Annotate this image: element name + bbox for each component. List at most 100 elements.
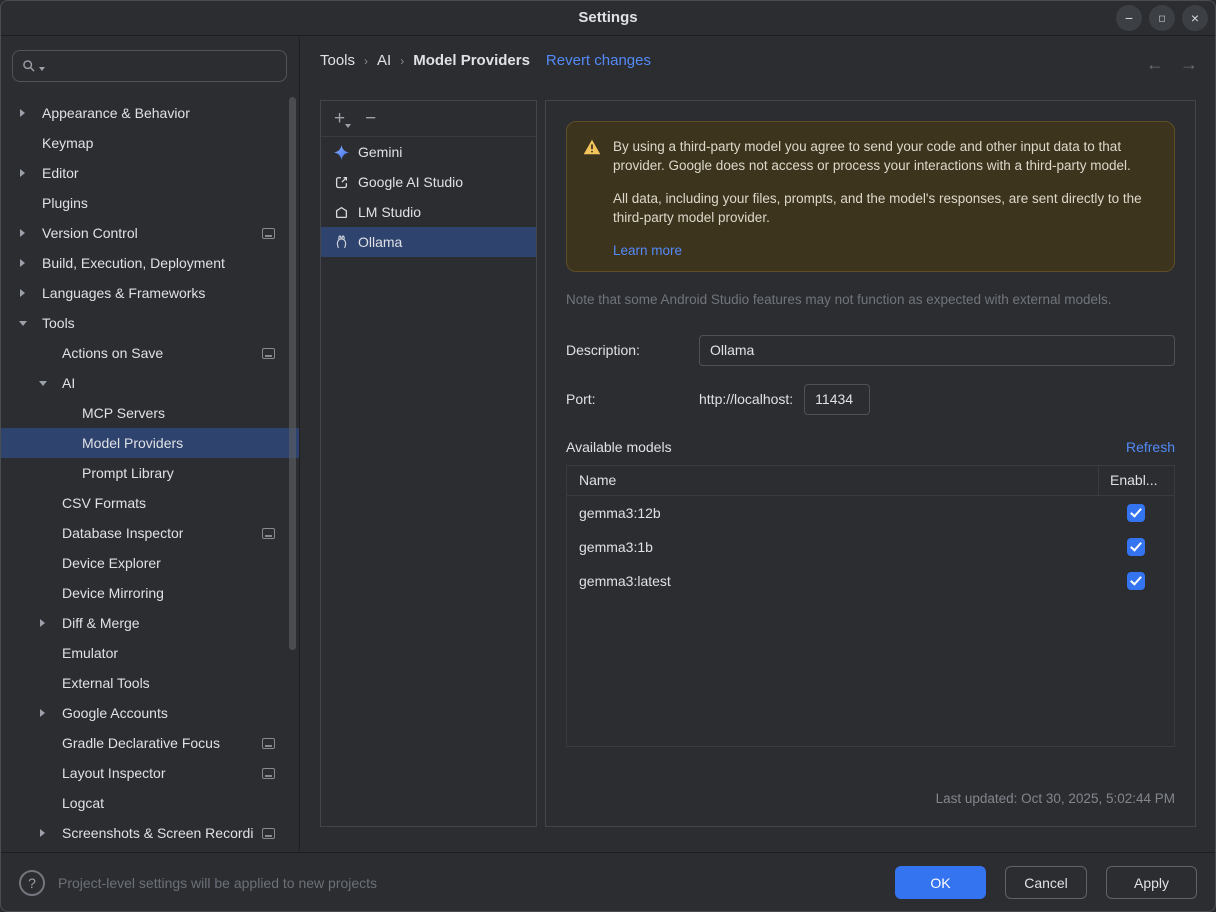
minimize-button[interactable]: − xyxy=(1116,5,1142,31)
provider-label: Google AI Studio xyxy=(358,174,463,190)
port-input[interactable] xyxy=(804,384,870,415)
sidebar-item-label: Appearance & Behavior xyxy=(42,105,190,121)
cancel-button[interactable]: Cancel xyxy=(1005,866,1087,899)
models-table-header: Name Enabl... xyxy=(567,466,1174,496)
remove-provider-button[interactable]: − xyxy=(365,109,376,128)
column-header-name[interactable]: Name xyxy=(567,466,1098,495)
providers-toolbar: + − xyxy=(321,101,536,137)
sidebar-item-external-tools[interactable]: External Tools xyxy=(0,668,299,698)
sidebar-item-plugins[interactable]: Plugins xyxy=(0,188,299,218)
chevron-right-icon xyxy=(36,619,62,627)
back-arrow-icon[interactable]: ← xyxy=(1146,54,1164,75)
chevron-right-icon xyxy=(16,289,42,297)
sidebar-item-tools[interactable]: Tools xyxy=(0,308,299,338)
sidebar-item-device-explorer[interactable]: Device Explorer xyxy=(0,548,299,578)
provider-item-gemini[interactable]: Gemini xyxy=(321,137,536,167)
sidebar-item-database-inspector[interactable]: Database Inspector xyxy=(0,518,299,548)
last-updated-text: Last updated: Oct 30, 2025, 5:02:44 PM xyxy=(566,791,1175,806)
sidebar-item-emulator[interactable]: Emulator xyxy=(0,638,299,668)
sidebar-item-label: Actions on Save xyxy=(62,345,163,361)
sidebar-item-label: Prompt Library xyxy=(82,465,174,481)
model-name: gemma3:12b xyxy=(567,505,1098,521)
sidebar-item-model-providers[interactable]: Model Providers xyxy=(0,428,299,458)
sidebar-scrollbar[interactable] xyxy=(289,97,296,650)
search-box[interactable] xyxy=(12,50,287,82)
chevron-right-icon xyxy=(16,109,42,117)
sidebar-item-editor[interactable]: Editor xyxy=(0,158,299,188)
per-project-settings-icon xyxy=(262,348,275,359)
per-project-settings-icon xyxy=(262,768,275,779)
sidebar-item-google-accounts[interactable]: Google Accounts xyxy=(0,698,299,728)
port-row: Port: http://localhost: xyxy=(566,384,1175,415)
sidebar-item-label: Google Accounts xyxy=(62,705,168,721)
sidebar-item-diff-merge[interactable]: Diff & Merge xyxy=(0,608,299,638)
help-icon[interactable]: ? xyxy=(19,870,45,896)
description-row: Description: xyxy=(566,335,1175,366)
third-party-warning-banner: By using a third-party model you agree t… xyxy=(566,121,1175,272)
sidebar-item-ai[interactable]: AI xyxy=(0,368,299,398)
search-input[interactable] xyxy=(48,57,277,75)
warning-paragraph-2: All data, including your files, prompts,… xyxy=(613,189,1153,227)
maximize-button[interactable]: ◻ xyxy=(1149,5,1175,31)
history-navigation: ← → xyxy=(1146,54,1198,75)
sidebar-item-layout-inspector[interactable]: Layout Inspector xyxy=(0,758,299,788)
column-header-enabled[interactable]: Enabl... xyxy=(1098,466,1174,495)
sidebar-item-prompt-library[interactable]: Prompt Library xyxy=(0,458,299,488)
sidebar-item-label: Database Inspector xyxy=(62,525,183,541)
sidebar-item-keymap[interactable]: Keymap xyxy=(0,128,299,158)
sidebar-item-csv-formats[interactable]: CSV Formats xyxy=(0,488,299,518)
gemini-icon xyxy=(333,144,349,160)
forward-arrow-icon[interactable]: → xyxy=(1180,54,1198,75)
sidebar-item-label: Device Mirroring xyxy=(62,585,164,601)
provider-item-google-ai-studio[interactable]: Google AI Studio xyxy=(321,167,536,197)
sidebar-item-actions-on-save[interactable]: Actions on Save xyxy=(0,338,299,368)
sidebar-item-label: AI xyxy=(62,375,75,391)
refresh-link[interactable]: Refresh xyxy=(1126,439,1175,455)
port-label: Port: xyxy=(566,391,699,407)
warning-icon xyxy=(583,137,601,258)
lm-studio-icon xyxy=(333,204,349,220)
chevron-right-icon xyxy=(36,709,62,717)
enabled-checkbox[interactable] xyxy=(1127,572,1145,590)
sidebar-item-appearance-behavior[interactable]: Appearance & Behavior xyxy=(0,98,299,128)
model-name: gemma3:1b xyxy=(567,539,1098,555)
table-row[interactable]: gemma3:12b xyxy=(567,496,1174,530)
sidebar-item-mcp-servers[interactable]: MCP Servers xyxy=(0,398,299,428)
breadcrumb-tools[interactable]: Tools xyxy=(320,52,355,69)
breadcrumb-current: Model Providers xyxy=(413,52,530,69)
sidebar-item-logcat[interactable]: Logcat xyxy=(0,788,299,818)
enabled-checkbox[interactable] xyxy=(1127,538,1145,556)
learn-more-link[interactable]: Learn more xyxy=(613,243,682,258)
breadcrumb-ai[interactable]: AI xyxy=(377,52,391,69)
sidebar-item-label: Device Explorer xyxy=(62,555,161,571)
warning-paragraph-1: By using a third-party model you agree t… xyxy=(613,137,1153,175)
sidebar-item-languages-frameworks[interactable]: Languages & Frameworks xyxy=(0,278,299,308)
ok-button[interactable]: OK xyxy=(895,866,986,899)
sidebar-item-screenshots-screen-recording[interactable]: Screenshots & Screen Recordi xyxy=(0,818,299,848)
description-input[interactable] xyxy=(699,335,1175,366)
provider-item-lm-studio[interactable]: LM Studio xyxy=(321,197,536,227)
enabled-checkbox[interactable] xyxy=(1127,504,1145,522)
chevron-right-icon xyxy=(16,229,42,237)
add-provider-button[interactable]: + xyxy=(334,109,345,128)
google-ai-studio-icon xyxy=(333,174,349,190)
models-table: Name Enabl... gemma3:12b gemma3:1b gemma… xyxy=(566,465,1175,747)
model-enabled-cell xyxy=(1098,504,1174,522)
external-models-note: Note that some Android Studio features m… xyxy=(566,292,1175,307)
revert-changes-link[interactable]: Revert changes xyxy=(546,52,651,69)
table-row[interactable]: gemma3:1b xyxy=(567,530,1174,564)
sidebar-item-build-execution-deployment[interactable]: Build, Execution, Deployment xyxy=(0,248,299,278)
table-row[interactable]: gemma3:latest xyxy=(567,564,1174,598)
sidebar-item-label: Emulator xyxy=(62,645,118,661)
available-models-row: Available models Refresh xyxy=(566,439,1175,455)
close-button[interactable]: × xyxy=(1182,5,1208,31)
sidebar-item-gradle-declarative-focus[interactable]: Gradle Declarative Focus xyxy=(0,728,299,758)
dialog-footer: ? Project-level settings will be applied… xyxy=(0,852,1216,912)
sidebar-item-device-mirroring[interactable]: Device Mirroring xyxy=(0,578,299,608)
sidebar-item-version-control[interactable]: Version Control xyxy=(0,218,299,248)
window-title: Settings xyxy=(578,9,637,26)
sidebar-item-label: Version Control xyxy=(42,225,138,241)
provider-item-ollama[interactable]: Ollama xyxy=(321,227,536,257)
apply-button[interactable]: Apply xyxy=(1106,866,1197,899)
settings-sidebar: Appearance & Behavior Keymap Editor Plug… xyxy=(0,37,300,851)
